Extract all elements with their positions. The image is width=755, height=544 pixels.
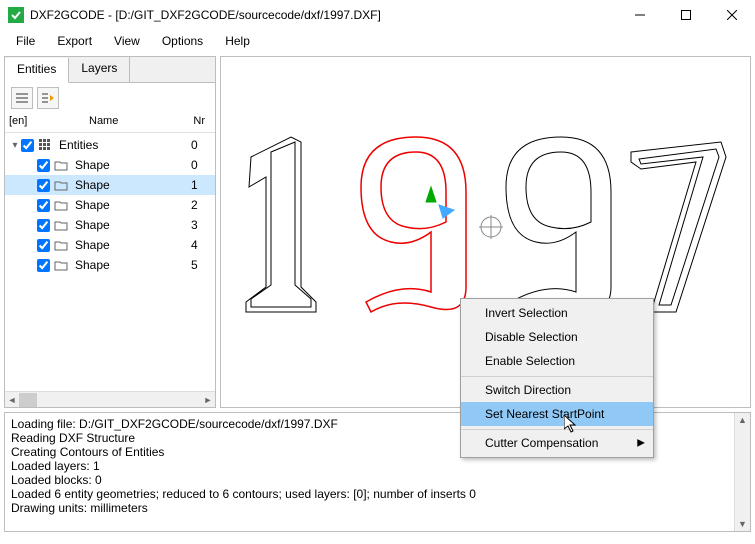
tree-shape-0[interactable]: Shape 0 bbox=[5, 155, 215, 175]
tab-layers[interactable]: Layers bbox=[69, 57, 130, 82]
log-vscrollbar[interactable]: ▲ ▼ bbox=[734, 413, 750, 531]
cm-switch-direction[interactable]: Switch Direction bbox=[461, 376, 653, 402]
collapse-all-button[interactable] bbox=[11, 87, 33, 109]
shape-5-nr: 5 bbox=[185, 258, 215, 272]
cm-set-nearest-startpoint[interactable]: Set Nearest StartPoint bbox=[461, 402, 653, 426]
folder-icon bbox=[53, 218, 69, 232]
shape-0-label: Shape bbox=[73, 158, 185, 172]
scroll-up-icon[interactable]: ▲ bbox=[735, 413, 750, 427]
folder-icon bbox=[53, 238, 69, 252]
shape-1-label: Shape bbox=[73, 178, 185, 192]
col-name: Name bbox=[85, 113, 185, 132]
context-menu: Invert Selection Disable Selection Enabl… bbox=[460, 298, 654, 458]
cm-cutter-label: Cutter Compensation bbox=[485, 436, 598, 450]
scroll-thumb[interactable] bbox=[19, 393, 37, 407]
shape-2-label: Shape bbox=[73, 198, 185, 212]
minimize-button[interactable] bbox=[617, 0, 663, 30]
shape-4-nr: 4 bbox=[185, 238, 215, 252]
tree-shape-4[interactable]: Shape 4 bbox=[5, 235, 215, 255]
folder-icon bbox=[53, 158, 69, 172]
tree-header: [en] Name Nr bbox=[5, 113, 215, 133]
center-marker-icon bbox=[479, 215, 503, 239]
scroll-right-icon[interactable]: ► bbox=[201, 392, 215, 408]
log-line: Drawing units: millimeters bbox=[11, 501, 732, 515]
shape-0-checkbox[interactable] bbox=[37, 159, 50, 172]
panel-tabs: Entities Layers bbox=[5, 57, 215, 83]
expand-all-button[interactable] bbox=[37, 87, 59, 109]
shape-0-nr: 0 bbox=[185, 158, 215, 172]
log-line: Loaded blocks: 0 bbox=[11, 473, 732, 487]
app-icon bbox=[8, 7, 24, 23]
twisty-icon[interactable]: ▾ bbox=[9, 140, 21, 151]
scroll-down-icon[interactable]: ▼ bbox=[735, 517, 750, 531]
cm-invert-selection[interactable]: Invert Selection bbox=[461, 301, 653, 325]
cm-enable-selection[interactable]: Enable Selection bbox=[461, 349, 653, 373]
shape-1-nr: 1 bbox=[185, 178, 215, 192]
tree-body: ▾ Entities 0 Shape 0 Shape 1 bbox=[5, 133, 215, 391]
grid-icon bbox=[37, 138, 53, 152]
shape-2-checkbox[interactable] bbox=[37, 199, 50, 212]
cm-cutter-compensation[interactable]: Cutter Compensation ▶ bbox=[461, 429, 653, 455]
tree-root-nr: 0 bbox=[185, 138, 215, 152]
close-button[interactable] bbox=[709, 0, 755, 30]
cm-disable-selection[interactable]: Disable Selection bbox=[461, 325, 653, 349]
col-en: [en] bbox=[5, 113, 85, 132]
titlebar: DXF2GCODE - [D:/GIT_DXF2GCODE/sourcecode… bbox=[0, 0, 755, 30]
shape-3-label: Shape bbox=[73, 218, 185, 232]
menu-options[interactable]: Options bbox=[152, 32, 213, 50]
shape-3-checkbox[interactable] bbox=[37, 219, 50, 232]
tree-shape-3[interactable]: Shape 3 bbox=[5, 215, 215, 235]
tree-root[interactable]: ▾ Entities 0 bbox=[5, 135, 215, 155]
shape-1-checkbox[interactable] bbox=[37, 179, 50, 192]
folder-icon bbox=[53, 198, 69, 212]
shape-5-label: Shape bbox=[73, 258, 185, 272]
shape-5-checkbox[interactable] bbox=[37, 259, 50, 272]
shape-4-label: Shape bbox=[73, 238, 185, 252]
menu-file[interactable]: File bbox=[6, 32, 45, 50]
startpoint-arrow-up-icon bbox=[426, 187, 436, 202]
tab-entities[interactable]: Entities bbox=[5, 58, 69, 83]
menu-export[interactable]: Export bbox=[47, 32, 102, 50]
menubar: File Export View Options Help bbox=[0, 30, 755, 52]
submenu-arrow-icon: ▶ bbox=[637, 437, 645, 448]
tree-root-label: Entities bbox=[57, 138, 185, 152]
maximize-button[interactable] bbox=[663, 0, 709, 30]
tree-shape-2[interactable]: Shape 2 bbox=[5, 195, 215, 215]
menu-view[interactable]: View bbox=[104, 32, 150, 50]
panel-toolbar bbox=[5, 83, 215, 113]
menu-help[interactable]: Help bbox=[215, 32, 260, 50]
col-nr: Nr bbox=[185, 113, 215, 132]
tree-shape-5[interactable]: Shape 5 bbox=[5, 255, 215, 275]
tree-hscrollbar[interactable]: ◄ ► bbox=[5, 391, 215, 407]
log-line: Loaded layers: 1 bbox=[11, 459, 732, 473]
scroll-left-icon[interactable]: ◄ bbox=[5, 392, 19, 408]
shape-4-checkbox[interactable] bbox=[37, 239, 50, 252]
folder-icon bbox=[53, 178, 69, 192]
window-title: DXF2GCODE - [D:/GIT_DXF2GCODE/sourcecode… bbox=[30, 8, 617, 22]
log-line: Loaded 6 entity geometries; reduced to 6… bbox=[11, 487, 732, 501]
shape-3-nr: 3 bbox=[185, 218, 215, 232]
folder-icon bbox=[53, 258, 69, 272]
tree-shape-1[interactable]: Shape 1 bbox=[5, 175, 215, 195]
entities-panel: Entities Layers [en] Name Nr ▾ Entities … bbox=[4, 56, 216, 408]
shape-2-nr: 2 bbox=[185, 198, 215, 212]
root-visible-checkbox[interactable] bbox=[21, 139, 34, 152]
